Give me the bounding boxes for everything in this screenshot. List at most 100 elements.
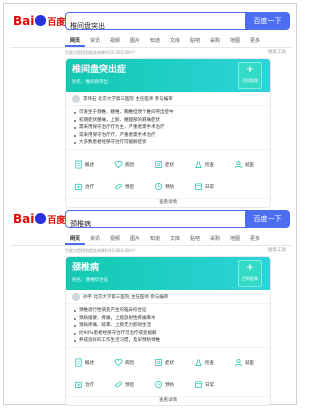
tab-news[interactable]: 资讯: [85, 35, 105, 47]
encyclopedia-badge[interactable]: + 百科医典: [238, 62, 262, 89]
tab-video[interactable]: 视频: [105, 35, 125, 47]
baidu-logo[interactable]: Bai 百度: [13, 211, 65, 227]
tab-wenku[interactable]: 文库: [165, 35, 185, 47]
tab-images[interactable]: 图片: [125, 35, 145, 47]
tab-images[interactable]: 图片: [125, 233, 145, 245]
document-icon: [74, 358, 83, 367]
tab-web[interactable]: 网页: [65, 35, 85, 47]
list-item: 需采用保守治疗疗为主，严重者需手术治疗: [74, 124, 262, 132]
tab-zhidao[interactable]: 知道: [145, 233, 165, 245]
topic-treatment[interactable]: 治疗: [68, 374, 108, 396]
tab-news[interactable]: 资讯: [85, 233, 105, 245]
tab-web[interactable]: 网页: [65, 233, 85, 245]
flask-icon: [194, 358, 203, 367]
topic-exam[interactable]: 检查: [188, 154, 228, 176]
list-item: 初期症状腰痛，上肢、腰腿部的麻痛症状: [74, 117, 262, 125]
result-count: 百度为您找到相关结果约43,800,000个 搜索工具: [10, 246, 292, 256]
topic-overview[interactable]: 概述: [68, 154, 108, 176]
search-bar-row: Bai百度 百度一下: [10, 10, 292, 34]
pill-icon: [114, 182, 123, 191]
topic-symptom[interactable]: 症状: [148, 352, 188, 374]
search-tools-link[interactable]: 搜索工具: [268, 48, 286, 58]
clock-icon: [154, 380, 163, 389]
tab-map[interactable]: 地图: [225, 233, 245, 245]
card-subtitle: 别名：颈椎综合征: [72, 278, 108, 283]
topic-exam[interactable]: 检查: [188, 352, 228, 374]
search-input-box[interactable]: [65, 210, 245, 232]
doctor-info: 孙宇 北京大学第三医院 主任医师 参与编审: [66, 290, 270, 304]
search-button[interactable]: 百度一下: [245, 210, 290, 228]
screenshot-frame: Bai百度 百度一下 网页 资讯 视频 图片 知道 文库 贴吧 采购 地图 更多…: [3, 3, 297, 406]
paw-icon: [35, 15, 47, 26]
avatar: [72, 94, 80, 103]
topic-grid: 概述 病因 症状 检查 就医 治疗 预后 预防 日常: [66, 346, 270, 396]
topic-prevention[interactable]: 预防: [148, 374, 188, 396]
heartbeat-icon: [114, 160, 123, 169]
list-item: 颈肩僵硬、疼痛，上肢放射性疼痛麻木: [74, 315, 262, 323]
topic-prognosis[interactable]: 预后: [108, 374, 148, 396]
search-tabs: 网页 资讯 视频 图片 知道 文库 贴吧 采购 地图 更多: [10, 233, 292, 246]
topic-doctor[interactable]: 就医: [228, 154, 268, 176]
tab-map[interactable]: 地图: [225, 35, 245, 47]
tab-purchase[interactable]: 采购: [205, 35, 225, 47]
search-input[interactable]: [66, 216, 245, 232]
topic-symptom[interactable]: 症状: [148, 154, 188, 176]
search-bar-row: Bai百度 百度一下: [10, 208, 292, 232]
medical-encyclopedia-card: 椎间盘突出症 别名：椎间盘突出 + 百科医典 李伟石 北京大学第三医院 主任医师…: [65, 58, 271, 208]
tab-zhidao[interactable]: 知道: [145, 35, 165, 47]
tab-purchase[interactable]: 采购: [205, 233, 225, 245]
view-details-link[interactable]: 查看详情: [66, 395, 270, 405]
card-header: 颈椎病 别名：颈椎综合征 + 百科医典: [66, 257, 270, 290]
list-item: 颈椎退行性病变产生的临床综合征: [74, 307, 262, 315]
medical-cross-icon: +: [246, 65, 254, 75]
topic-cause[interactable]: 病因: [108, 154, 148, 176]
tab-wenku[interactable]: 文库: [165, 233, 185, 245]
calendar-icon: [194, 380, 203, 389]
list-item: 可发生于颈椎、腰椎、胸椎但颈个椎间突出症中: [74, 109, 262, 117]
clock-icon: [154, 182, 163, 191]
card-title[interactable]: 颈椎病: [72, 262, 264, 275]
pill-icon: [114, 380, 123, 389]
search-input[interactable]: [66, 18, 245, 34]
search-button[interactable]: 百度一下: [245, 12, 290, 30]
topic-overview[interactable]: 概述: [68, 352, 108, 374]
card-title[interactable]: 椎间盘突出症: [72, 64, 264, 77]
baidu-logo[interactable]: Bai 百度: [13, 13, 65, 29]
tab-more[interactable]: 更多: [245, 35, 265, 47]
view-details-link[interactable]: 查看详情: [66, 197, 270, 207]
tab-more[interactable]: 更多: [245, 233, 265, 245]
doctor-text[interactable]: 孙宇 北京大学第三医院 主任医师 参与编审: [83, 294, 168, 300]
topic-cause[interactable]: 病因: [108, 352, 148, 374]
flask-icon: [194, 160, 203, 169]
search-result-panel: Bai百度 百度一下 网页 资讯 视频 图片 知道 文库 贴吧 采购 地图 更多…: [10, 208, 292, 406]
search-tabs: 网页 资讯 视频 图片 知道 文库 贴吧 采购 地图 更多: [10, 35, 292, 48]
tab-video[interactable]: 视频: [105, 233, 125, 245]
list-item: 常采用保守治疗疗，严重者需手术治疗: [74, 132, 262, 140]
search-input-box[interactable]: [65, 12, 245, 34]
tab-tieba[interactable]: 贴吧: [185, 35, 205, 47]
topic-prognosis[interactable]: 预后: [108, 176, 148, 198]
topic-daily[interactable]: 日常: [188, 374, 228, 396]
card-header: 椎间盘突出症 别名：椎间盘突出 + 百科医典: [66, 59, 270, 92]
topic-prevention[interactable]: 预防: [148, 176, 188, 198]
medkit-icon: [74, 380, 83, 389]
tab-tieba[interactable]: 贴吧: [185, 233, 205, 245]
topic-daily[interactable]: 日常: [188, 176, 228, 198]
result-count: 百度为您找到相关结果约35,400,000个 搜索工具: [10, 48, 292, 58]
doctor-icon: [234, 358, 243, 367]
search-tools-link[interactable]: 搜索工具: [268, 246, 286, 256]
heartbeat-icon: [114, 358, 123, 367]
encyclopedia-badge[interactable]: + 百科医典: [238, 260, 262, 287]
medkit-icon: [74, 182, 83, 191]
topic-treatment[interactable]: 治疗: [68, 176, 108, 198]
topic-doctor[interactable]: 就医: [228, 352, 268, 374]
calendar-icon: [194, 182, 203, 191]
summary-list: 可发生于颈椎、腰椎、胸椎但颈个椎间突出症中 初期症状腰痛，上肢、腰腿部的麻痛症状…: [66, 106, 270, 149]
topic-grid: 概述 病因 症状 检查 就医 治疗 预后 预防 日常: [66, 148, 270, 198]
doctor-info: 李伟石 北京大学第三医院 主任医师 参与编审: [66, 92, 270, 106]
doctor-text[interactable]: 李伟石 北京大学第三医院 主任医师 参与编审: [83, 96, 173, 102]
doctor-icon: [234, 160, 243, 169]
list-item: 养成良好的工作生活习惯，及早预防颈椎: [74, 337, 262, 345]
list-item: 约90%患者经保守治疗可治疗病变缓解: [74, 330, 262, 338]
list-item: 大多数患者经保守治疗可缓解症状: [74, 139, 262, 147]
